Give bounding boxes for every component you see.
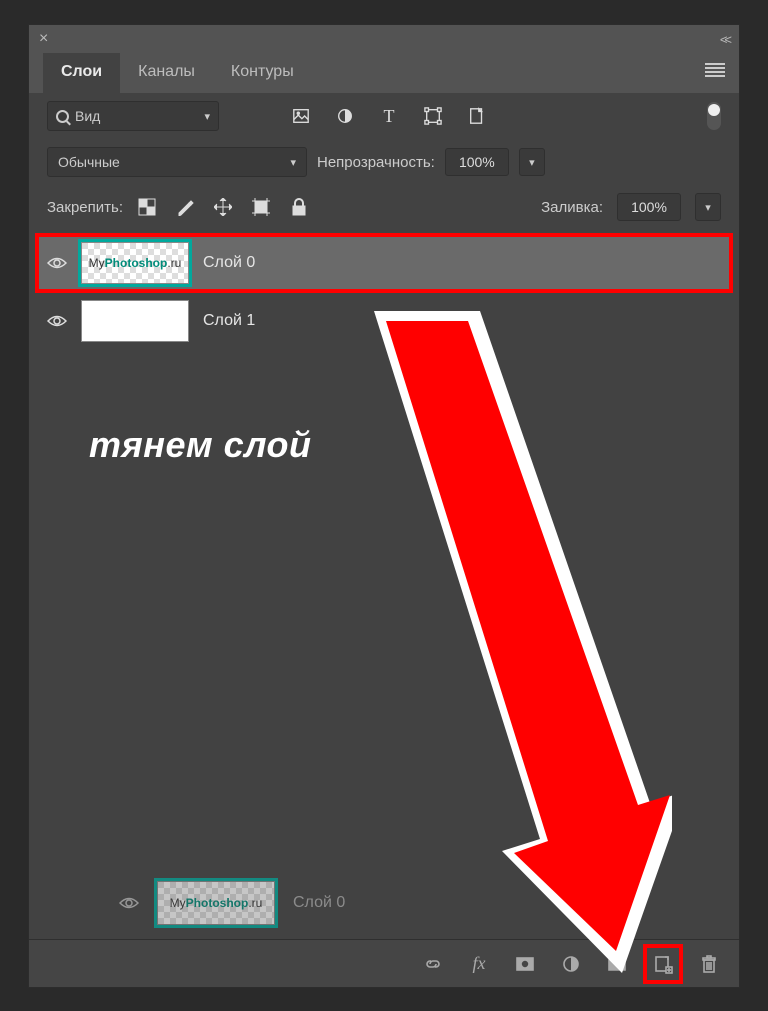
lock-row: Закрепить: Заливка: 100% ▾: [29, 185, 739, 229]
annotation-text: тянем слой: [89, 424, 312, 466]
blend-mode-select[interactable]: Обычные ▾: [47, 147, 307, 177]
panel-titlebar: × <<: [29, 25, 739, 53]
lock-label: Закрепить:: [47, 199, 123, 216]
tab-layers[interactable]: Слои: [43, 53, 120, 93]
opacity-input[interactable]: 100%: [445, 148, 509, 176]
visibility-toggle-icon: [119, 895, 139, 911]
layer-mask-icon[interactable]: [511, 950, 539, 978]
filter-adjustment-icon[interactable]: [335, 106, 355, 126]
layer-row[interactable]: MyPhotoshop.ru Слой 0: [37, 235, 731, 291]
visibility-toggle-icon[interactable]: [47, 313, 67, 329]
link-layers-icon[interactable]: [419, 950, 447, 978]
filter-row: Вид ▾ T: [29, 93, 739, 139]
delete-layer-icon[interactable]: [695, 950, 723, 978]
chevron-down-icon: ▾: [705, 201, 711, 214]
blend-mode-value: Обычные: [58, 154, 120, 170]
opacity-dropdown[interactable]: ▾: [519, 148, 545, 176]
new-group-icon[interactable]: [603, 950, 631, 978]
new-layer-icon[interactable]: [649, 950, 677, 978]
panel-menu-icon[interactable]: [705, 63, 725, 77]
thumbnail-text: MyPhotoshop.ru: [170, 896, 263, 910]
panel-body: Вид ▾ T Обычные ▾ Непрозрачность: 100% ▾: [29, 93, 739, 987]
chevron-down-icon: ▾: [529, 156, 535, 169]
fill-label: Заливка:: [541, 199, 603, 216]
layer-name[interactable]: Слой 0: [203, 254, 255, 272]
blend-row: Обычные ▾ Непрозрачность: 100% ▾: [29, 139, 739, 185]
filter-kind-select[interactable]: Вид ▾: [47, 101, 219, 131]
tab-paths[interactable]: Контуры: [213, 53, 312, 93]
filter-kind-label: Вид: [75, 108, 100, 124]
filter-toggle[interactable]: [707, 102, 721, 130]
lock-pixels-icon[interactable]: [175, 197, 195, 217]
fill-dropdown[interactable]: ▾: [695, 193, 721, 221]
chevron-down-icon: ▾: [204, 110, 210, 123]
close-icon[interactable]: ×: [39, 30, 48, 48]
adjustment-layer-icon[interactable]: [557, 950, 585, 978]
opacity-label: Непрозрачность:: [317, 154, 435, 171]
filter-smart-icon[interactable]: [467, 106, 487, 126]
thumbnail-text: MyPhotoshop.ru: [89, 256, 182, 270]
layers-footer: fx: [29, 939, 739, 987]
layer-style-icon[interactable]: fx: [465, 950, 493, 978]
lock-artboard-icon[interactable]: [251, 197, 271, 217]
layer-thumbnail: MyPhotoshop.ru: [157, 881, 275, 925]
search-icon: [56, 110, 69, 123]
layers-list: MyPhotoshop.ru Слой 0 Слой 1 тянем слой …: [29, 229, 739, 939]
chevron-down-icon: ▾: [290, 156, 296, 169]
layer-thumbnail[interactable]: [81, 300, 189, 342]
filter-pixel-icon[interactable]: [291, 106, 311, 126]
lock-transparency-icon[interactable]: [137, 197, 157, 217]
fill-input[interactable]: 100%: [617, 193, 681, 221]
layer-thumbnail[interactable]: MyPhotoshop.ru: [81, 242, 189, 284]
lock-icons: [137, 197, 309, 217]
tab-channels[interactable]: Каналы: [120, 53, 213, 93]
layers-panel: × << Слои Каналы Контуры Вид ▾ T: [28, 24, 740, 988]
filter-icons: T: [291, 106, 487, 126]
layer-name[interactable]: Слой 1: [203, 312, 255, 330]
filter-shape-icon[interactable]: [423, 106, 443, 126]
panel-tabs: Слои Каналы Контуры: [29, 53, 739, 93]
drag-ghost: MyPhotoshop.ru Слой 0: [119, 881, 345, 925]
lock-all-icon[interactable]: [289, 197, 309, 217]
visibility-toggle-icon[interactable]: [47, 255, 67, 271]
layer-row[interactable]: Слой 1: [29, 293, 739, 349]
lock-position-icon[interactable]: [213, 197, 233, 217]
collapse-icon[interactable]: <<: [720, 32, 729, 47]
filter-type-icon[interactable]: T: [379, 106, 399, 126]
layer-name: Слой 0: [293, 894, 345, 912]
